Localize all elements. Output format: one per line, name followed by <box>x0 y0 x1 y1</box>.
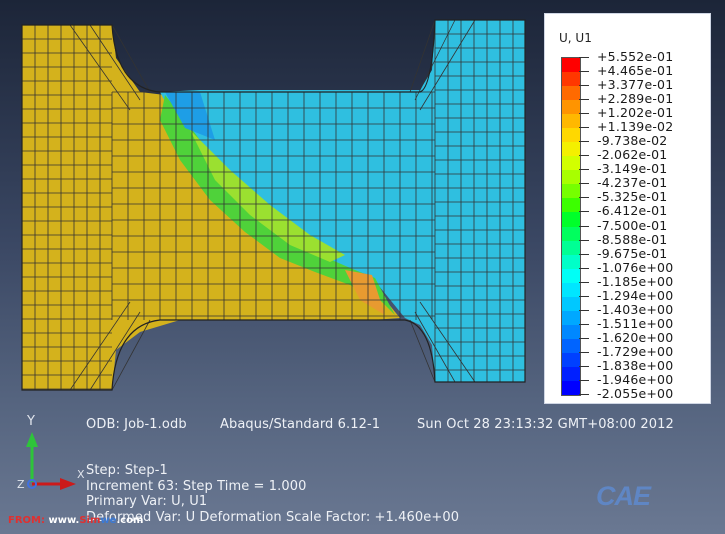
legend-label: -1.511e+00 <box>597 315 674 331</box>
legend-label: +1.139e-02 <box>597 119 674 135</box>
legend-tick <box>579 169 589 171</box>
legend-swatch <box>562 282 580 298</box>
watermark-sim: Sim <box>79 515 101 526</box>
x-axis-arrow-icon <box>60 478 76 490</box>
legend-swatch <box>562 142 580 157</box>
legend-tick <box>579 71 589 73</box>
legend-swatch <box>562 58 580 73</box>
x-axis-label: X <box>77 468 85 481</box>
legend-label: +4.465e-01 <box>597 63 674 79</box>
legend-label: -3.149e-01 <box>597 161 668 177</box>
watermark-com: .com <box>116 515 144 526</box>
legend-label: -1.946e+00 <box>597 371 674 387</box>
watermark-prefix: FROM: <box>8 515 45 526</box>
legend-tick <box>579 85 589 87</box>
legend-tick <box>579 211 589 213</box>
y-axis-arrow-icon <box>26 432 38 447</box>
legend-tick <box>579 253 589 255</box>
timestamp: Sun Oct 28 23:13:32 GMT+08:00 2012 <box>417 417 674 432</box>
y-axis-label: Y <box>26 414 35 429</box>
view-triad[interactable]: Y Z X <box>10 412 90 507</box>
legend-tick <box>579 281 589 283</box>
legend-swatch <box>562 128 580 143</box>
watermark-www: www. <box>48 515 80 526</box>
legend-label: -2.062e-01 <box>597 147 668 163</box>
legend-label: +2.289e-01 <box>597 91 674 107</box>
legend-swatch <box>562 324 580 340</box>
legend-tick <box>579 379 589 381</box>
cae-logo: CAE <box>596 481 651 511</box>
increment-label: Increment 63: Step Time = 1.000 <box>86 479 307 494</box>
legend-swatch <box>562 86 580 101</box>
legend-swatch <box>562 240 580 256</box>
legend-label: -1.620e+00 <box>597 329 674 345</box>
legend-swatch <box>562 156 580 171</box>
legend-color-bar <box>561 57 581 396</box>
legend-swatch <box>562 310 580 326</box>
legend-title: U, U1 <box>559 31 592 45</box>
legend-swatch <box>562 226 580 242</box>
legend-tick <box>579 267 589 269</box>
legend-label: -5.325e-01 <box>597 189 668 205</box>
legend-label: +3.377e-01 <box>597 77 674 93</box>
watermark-we: we <box>100 515 117 526</box>
legend-swatch <box>562 184 580 199</box>
legend-tick <box>579 295 589 297</box>
legend-swatch <box>562 338 580 354</box>
legend-swatch <box>562 72 580 87</box>
legend-swatch <box>562 352 580 368</box>
odb-name: ODB: Job-1.odb <box>86 417 187 432</box>
z-axis-label: Z <box>17 478 25 491</box>
legend-label: -1.838e+00 <box>597 357 674 373</box>
legend-swatch <box>562 366 580 382</box>
legend-label: -9.675e-01 <box>597 245 668 261</box>
primary-var-label: Primary Var: U, U1 <box>86 494 208 509</box>
legend-label: -1.729e+00 <box>597 343 674 359</box>
legend-label: +5.552e-01 <box>597 49 674 64</box>
contour-legend: U, U1 +5.552e-01 +4.465e-01 +3.377e-01 +2.2… <box>544 13 711 404</box>
watermark: FROM: www.Simwe.com <box>8 515 143 526</box>
legend-swatch <box>562 380 580 396</box>
legend-tick <box>579 239 589 241</box>
legend-label: +1.202e-01 <box>597 105 674 121</box>
legend-tick <box>579 394 589 395</box>
legend-tick <box>579 337 589 339</box>
legend-label: -7.500e-01 <box>597 217 668 233</box>
legend-tick <box>579 309 589 311</box>
legend-tick <box>579 197 589 199</box>
legend-swatch <box>562 114 580 129</box>
legend-label: -9.738e-02 <box>597 133 668 149</box>
legend-tick <box>579 127 589 129</box>
legend-tick <box>579 57 589 58</box>
legend-swatch <box>562 170 580 185</box>
legend-swatch <box>562 212 580 227</box>
step-label: Step: Step-1 <box>86 463 168 478</box>
legend-tick <box>579 183 589 185</box>
legend-label: -6.412e-01 <box>597 203 668 219</box>
legend-tick <box>579 365 589 367</box>
legend-tick <box>579 113 589 115</box>
legend-swatch <box>562 296 580 312</box>
legend-swatch <box>562 268 580 284</box>
legend-label: -1.294e+00 <box>597 287 674 303</box>
legend-label: -1.185e+00 <box>597 273 674 289</box>
legend-tick <box>579 155 589 157</box>
legend-label: -8.588e-01 <box>597 231 668 247</box>
legend-swatch <box>562 254 580 270</box>
legend-tick <box>579 323 589 325</box>
legend-tick <box>579 99 589 101</box>
legend-label: -2.055e+00 <box>597 386 674 401</box>
legend-tick <box>579 351 589 353</box>
legend-tick <box>579 225 589 227</box>
legend-tick <box>579 141 589 143</box>
legend-label: -1.076e+00 <box>597 259 674 275</box>
legend-label: -4.237e-01 <box>597 175 668 191</box>
viewport[interactable]: U, U1 +5.552e-01 +4.465e-01 +3.377e-01 +2.2… <box>0 0 725 534</box>
legend-swatch <box>562 100 580 115</box>
legend-swatch <box>562 198 580 213</box>
legend-label: -1.403e+00 <box>597 301 674 317</box>
solver-version: Abaqus/Standard 6.12-1 <box>220 417 381 432</box>
